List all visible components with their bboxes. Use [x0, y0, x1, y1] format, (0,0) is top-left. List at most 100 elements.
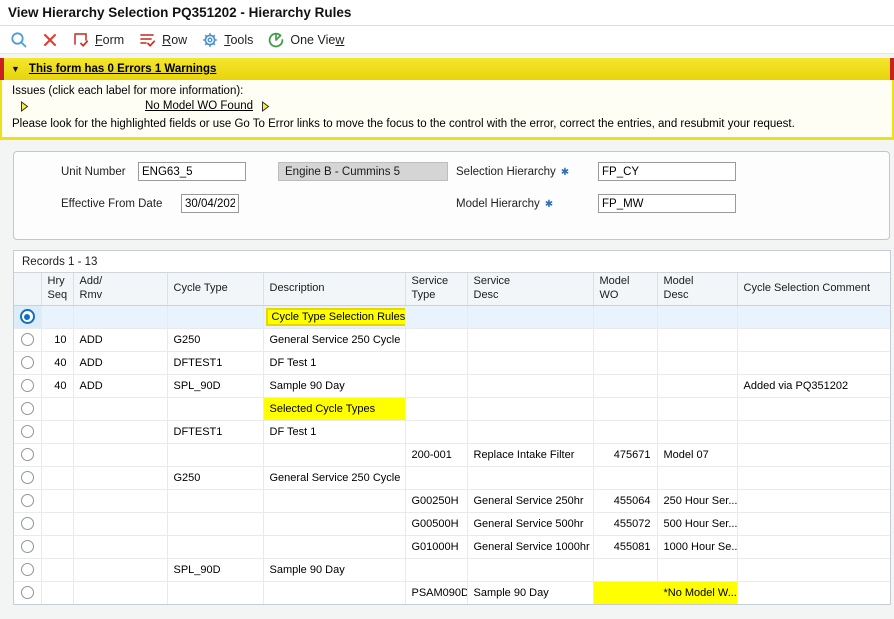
column-header-model_desc[interactable]: Model Desc — [657, 273, 737, 305]
warning-details-panel: Issues (click each label for more inform… — [0, 80, 894, 140]
column-header-description[interactable]: Description — [263, 273, 405, 305]
previous-issue-icon[interactable] — [20, 101, 29, 112]
close-button[interactable] — [42, 32, 58, 48]
column-header-cycle_type[interactable]: Cycle Type — [167, 273, 263, 305]
cell-seq — [41, 397, 73, 420]
cell-comment: Added via PQ351202 — [737, 374, 890, 397]
table-row[interactable]: 200-001Replace Intake Filter475671Model … — [14, 443, 890, 466]
cell-model_wo — [593, 466, 657, 489]
row-select-radio[interactable] — [14, 420, 41, 443]
header-fields-panel: Unit Number Engine B - Cummins 5 Selecti… — [13, 151, 890, 240]
table-row[interactable]: SPL_90DSample 90 Day — [14, 558, 890, 581]
cell-service_desc: Replace Intake Filter — [467, 443, 593, 466]
cell-model_desc — [657, 466, 737, 489]
row-select-radio[interactable] — [14, 489, 41, 512]
table-row[interactable]: PSAM090DSample 90 Day*No Model W... — [14, 581, 890, 604]
row-select-radio[interactable] — [14, 535, 41, 558]
row-select-radio[interactable] — [14, 466, 41, 489]
radio-unselected-icon — [21, 494, 34, 507]
cell-description: Cycle Type Selection Rules — [263, 305, 405, 328]
model-hierarchy-label: Model Hierarchy✱ — [456, 198, 553, 210]
row-select-radio[interactable] — [14, 305, 41, 328]
cell-description — [263, 535, 405, 558]
cell-add_rmv: ADD — [73, 374, 167, 397]
effective-from-date-field[interactable] — [181, 194, 239, 213]
table-row[interactable]: G00250HGeneral Service 250hr455064250 Ho… — [14, 489, 890, 512]
search-button[interactable] — [10, 31, 28, 49]
gear-icon — [201, 31, 219, 49]
cell-service_type — [405, 351, 467, 374]
row-select-radio[interactable] — [14, 443, 41, 466]
next-issue-icon[interactable] — [261, 101, 270, 112]
cell-seq — [41, 581, 73, 604]
row-select-radio[interactable] — [14, 374, 41, 397]
table-row[interactable]: DFTEST1DF Test 1 — [14, 420, 890, 443]
table-row[interactable]: 40ADDDFTEST1DF Test 1 — [14, 351, 890, 374]
cell-model_desc — [657, 397, 737, 420]
cell-comment — [737, 328, 890, 351]
row-menu-button[interactable]: Row — [138, 31, 187, 48]
cell-model_desc — [657, 374, 737, 397]
one-view-menu-button[interactable]: One View — [267, 31, 344, 49]
column-header-add_rmv[interactable]: Add/ Rmv — [73, 273, 167, 305]
row-select-column-header — [14, 273, 41, 305]
cell-add_rmv: ADD — [73, 328, 167, 351]
cell-description — [263, 489, 405, 512]
tools-menu-button[interactable]: Tools — [201, 31, 253, 49]
table-row[interactable]: 10ADDG250General Service 250 Cycle — [14, 328, 890, 351]
form-menu-button[interactable]: Form — [72, 31, 124, 48]
column-header-service_desc[interactable]: Service Desc — [467, 273, 593, 305]
table-row[interactable]: Cycle Type Selection Rules — [14, 305, 890, 328]
warning-summary-link[interactable]: This form has 0 Errors 1 Warnings — [29, 63, 216, 75]
row-select-radio[interactable] — [14, 558, 41, 581]
row-select-radio[interactable] — [14, 328, 41, 351]
cell-model_desc: Model 07 — [657, 443, 737, 466]
table-row[interactable]: 40ADDSPL_90DSample 90 DayAdded via PQ351… — [14, 374, 890, 397]
column-header-comment[interactable]: Cycle Selection Comment — [737, 273, 890, 305]
records-count-label: Records 1 - 13 — [14, 251, 890, 273]
radio-unselected-icon — [21, 379, 34, 392]
unit-description-field: Engine B - Cummins 5 — [278, 162, 448, 181]
radio-unselected-icon — [21, 448, 34, 461]
column-header-service_type[interactable]: Service Type — [405, 273, 467, 305]
cell-cycle_type — [167, 443, 263, 466]
cell-add_rmv — [73, 558, 167, 581]
radio-unselected-icon — [21, 563, 34, 576]
row-select-radio[interactable] — [14, 512, 41, 535]
unit-number-field[interactable] — [138, 162, 246, 181]
warning-right-red-cap — [890, 58, 894, 80]
cell-seq — [41, 512, 73, 535]
table-row[interactable]: Selected Cycle Types — [14, 397, 890, 420]
close-icon — [42, 32, 58, 48]
table-row[interactable]: G01000HGeneral Service 1000hr4550811000 … — [14, 535, 890, 558]
model-hierarchy-field[interactable] — [598, 194, 736, 213]
collapse-warnings-icon[interactable]: ▼ — [11, 64, 20, 74]
cell-add_rmv: ADD — [73, 351, 167, 374]
cell-comment — [737, 466, 890, 489]
cell-add_rmv — [73, 512, 167, 535]
selection-hierarchy-field[interactable] — [598, 162, 736, 181]
cell-cycle_type — [167, 305, 263, 328]
radio-unselected-icon — [21, 333, 34, 346]
cell-service_desc — [467, 466, 593, 489]
issues-heading: Issues (click each label for more inform… — [12, 85, 882, 97]
cell-model_wo — [593, 351, 657, 374]
warning-summary-bar[interactable]: ▼ This form has 0 Errors 1 Warnings — [0, 58, 894, 80]
tools-menu-label: Tools — [224, 33, 253, 47]
row-select-radio[interactable] — [14, 581, 41, 604]
table-row[interactable]: G00500HGeneral Service 500hr455072500 Ho… — [14, 512, 890, 535]
column-header-seq[interactable]: Hry Seq — [41, 273, 73, 305]
row-select-radio[interactable] — [14, 351, 41, 374]
cell-model_desc — [657, 305, 737, 328]
cell-description: DF Test 1 — [263, 420, 405, 443]
one-view-menu-label: One View — [290, 33, 344, 47]
cell-comment — [737, 351, 890, 374]
cell-service_desc: General Service 250hr — [467, 489, 593, 512]
issue-link-no-model-wo-found[interactable]: No Model WO Found — [145, 100, 253, 112]
cell-service_desc: Sample 90 Day — [467, 581, 593, 604]
grid-header-row: Hry SeqAdd/ RmvCycle TypeDescriptionServ… — [14, 273, 890, 305]
toolbar: Form Row Tools One View — [0, 26, 894, 54]
column-header-model_wo[interactable]: Model WO — [593, 273, 657, 305]
table-row[interactable]: G250General Service 250 Cycle — [14, 466, 890, 489]
row-select-radio[interactable] — [14, 397, 41, 420]
